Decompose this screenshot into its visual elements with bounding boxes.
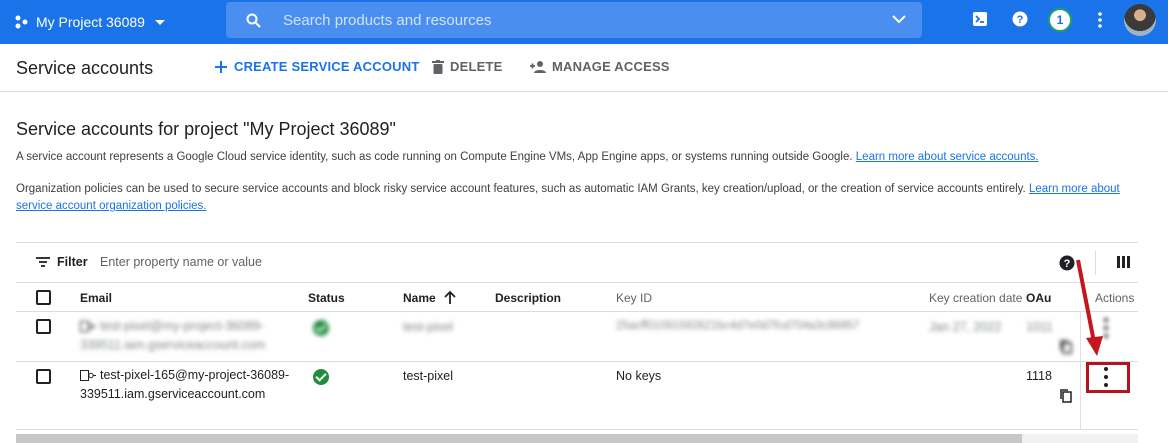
row-key-id: 25acff01091592621bc4d7e0d7fcd704a3c86957 bbox=[616, 320, 860, 332]
search-input[interactable] bbox=[283, 2, 883, 38]
filter-input[interactable] bbox=[100, 251, 600, 273]
header-status[interactable]: Status bbox=[308, 291, 345, 305]
manage-access-button[interactable]: MANAGE ACCESS bbox=[530, 59, 670, 74]
row-key-date: Jan 27, 2022 bbox=[929, 320, 1002, 334]
filter-icon bbox=[36, 257, 50, 267]
row-oauth-id: 1011 bbox=[1026, 320, 1053, 334]
filter-bar: Filter ? bbox=[16, 242, 1138, 283]
actions-column-divider bbox=[1080, 362, 1081, 429]
learn-more-service-accounts-link[interactable]: Learn more about service accounts. bbox=[856, 151, 1039, 163]
row-email-text: test-pixel@my-project-36089-339511.iam.g… bbox=[80, 319, 266, 352]
org-policy-text: Organization policies can be used to sec… bbox=[16, 183, 1026, 195]
header-name[interactable]: Name bbox=[403, 291, 436, 305]
project-dots-icon bbox=[15, 15, 28, 29]
row-checkbox[interactable] bbox=[36, 369, 51, 384]
help-icon[interactable]: ? bbox=[1012, 11, 1028, 27]
sort-ascending-icon[interactable] bbox=[444, 290, 456, 304]
table-header: Email Status Name Description Key ID Key… bbox=[16, 283, 1138, 312]
page-toolbar: Service accounts CREATE SERVICE ACCOUNT … bbox=[0, 44, 1168, 92]
horizontal-scrollbar-thumb[interactable] bbox=[16, 434, 1022, 443]
header-description[interactable]: Description bbox=[495, 291, 561, 305]
manage-label: MANAGE ACCESS bbox=[552, 59, 670, 74]
row-email[interactable]: test-pixel@my-project-36089-339511.iam.g… bbox=[80, 317, 290, 355]
table-row: test-pixel-165@my-project-36089-339511.i… bbox=[16, 362, 1138, 430]
row-oauth-id: 1118 bbox=[1026, 369, 1052, 383]
project-name: My Project 36089 bbox=[36, 14, 145, 30]
row-key-id: No keys bbox=[616, 369, 662, 383]
org-policy-paragraph: Organization policies can be used to sec… bbox=[16, 181, 1146, 215]
page-title: Service accounts bbox=[16, 58, 154, 78]
copy-icon[interactable] bbox=[1060, 389, 1072, 403]
section-heading: Service accounts for project "My Project… bbox=[16, 119, 396, 139]
avatar[interactable] bbox=[1124, 4, 1156, 36]
search-bar[interactable] bbox=[226, 2, 922, 38]
create-label: CREATE SERVICE ACCOUNT bbox=[234, 59, 420, 74]
project-picker[interactable]: My Project 36089 bbox=[14, 0, 165, 44]
table-row: test-pixel@my-project-36089-339511.iam.g… bbox=[16, 312, 1138, 362]
top-app-bar: My Project 36089 ? 1 bbox=[0, 0, 1168, 44]
create-service-account-button[interactable]: CREATE SERVICE ACCOUNT bbox=[214, 59, 419, 74]
status-enabled-icon bbox=[313, 320, 329, 336]
person-add-icon bbox=[530, 60, 546, 73]
row-name: test-pixel bbox=[403, 369, 454, 383]
chevron-down-icon bbox=[154, 19, 165, 25]
more-vert-icon[interactable] bbox=[1094, 11, 1106, 29]
search-icon bbox=[246, 13, 261, 28]
annotation-arrow-icon bbox=[1076, 259, 1103, 356]
filter-label: Filter bbox=[57, 255, 88, 269]
row-checkbox[interactable] bbox=[36, 319, 51, 334]
column-display-icon[interactable] bbox=[1117, 256, 1130, 268]
trash-icon bbox=[432, 59, 444, 74]
row-name: test-pixel bbox=[403, 320, 454, 334]
search-expand-chevron-icon[interactable] bbox=[892, 14, 906, 24]
intro-paragraph: A service account represents a Google Cl… bbox=[16, 149, 1146, 166]
delete-label: DELETE bbox=[450, 59, 503, 74]
service-account-key-icon bbox=[80, 321, 96, 332]
header-oauth[interactable]: OAu bbox=[1026, 291, 1051, 305]
status-enabled-icon bbox=[313, 369, 329, 385]
header-email[interactable]: Email bbox=[80, 291, 112, 305]
select-all-checkbox[interactable] bbox=[36, 290, 51, 305]
delete-button[interactable]: DELETE bbox=[432, 59, 502, 74]
intro-text: A service account represents a Google Cl… bbox=[16, 151, 853, 163]
plus-icon bbox=[215, 60, 227, 73]
row-email-text: test-pixel-165@my-project-36089-339511.i… bbox=[80, 368, 290, 401]
cloud-shell-icon[interactable] bbox=[972, 11, 988, 27]
row-email[interactable]: test-pixel-165@my-project-36089-339511.i… bbox=[80, 366, 290, 404]
header-key-creation-date: Key creation date bbox=[929, 291, 1023, 305]
actions-highlight-box bbox=[1086, 362, 1130, 393]
header-key-id: Key ID bbox=[616, 291, 653, 305]
svg-text:?: ? bbox=[1017, 14, 1024, 26]
notification-badge[interactable]: 1 bbox=[1048, 8, 1072, 32]
service-account-key-icon bbox=[80, 370, 96, 381]
